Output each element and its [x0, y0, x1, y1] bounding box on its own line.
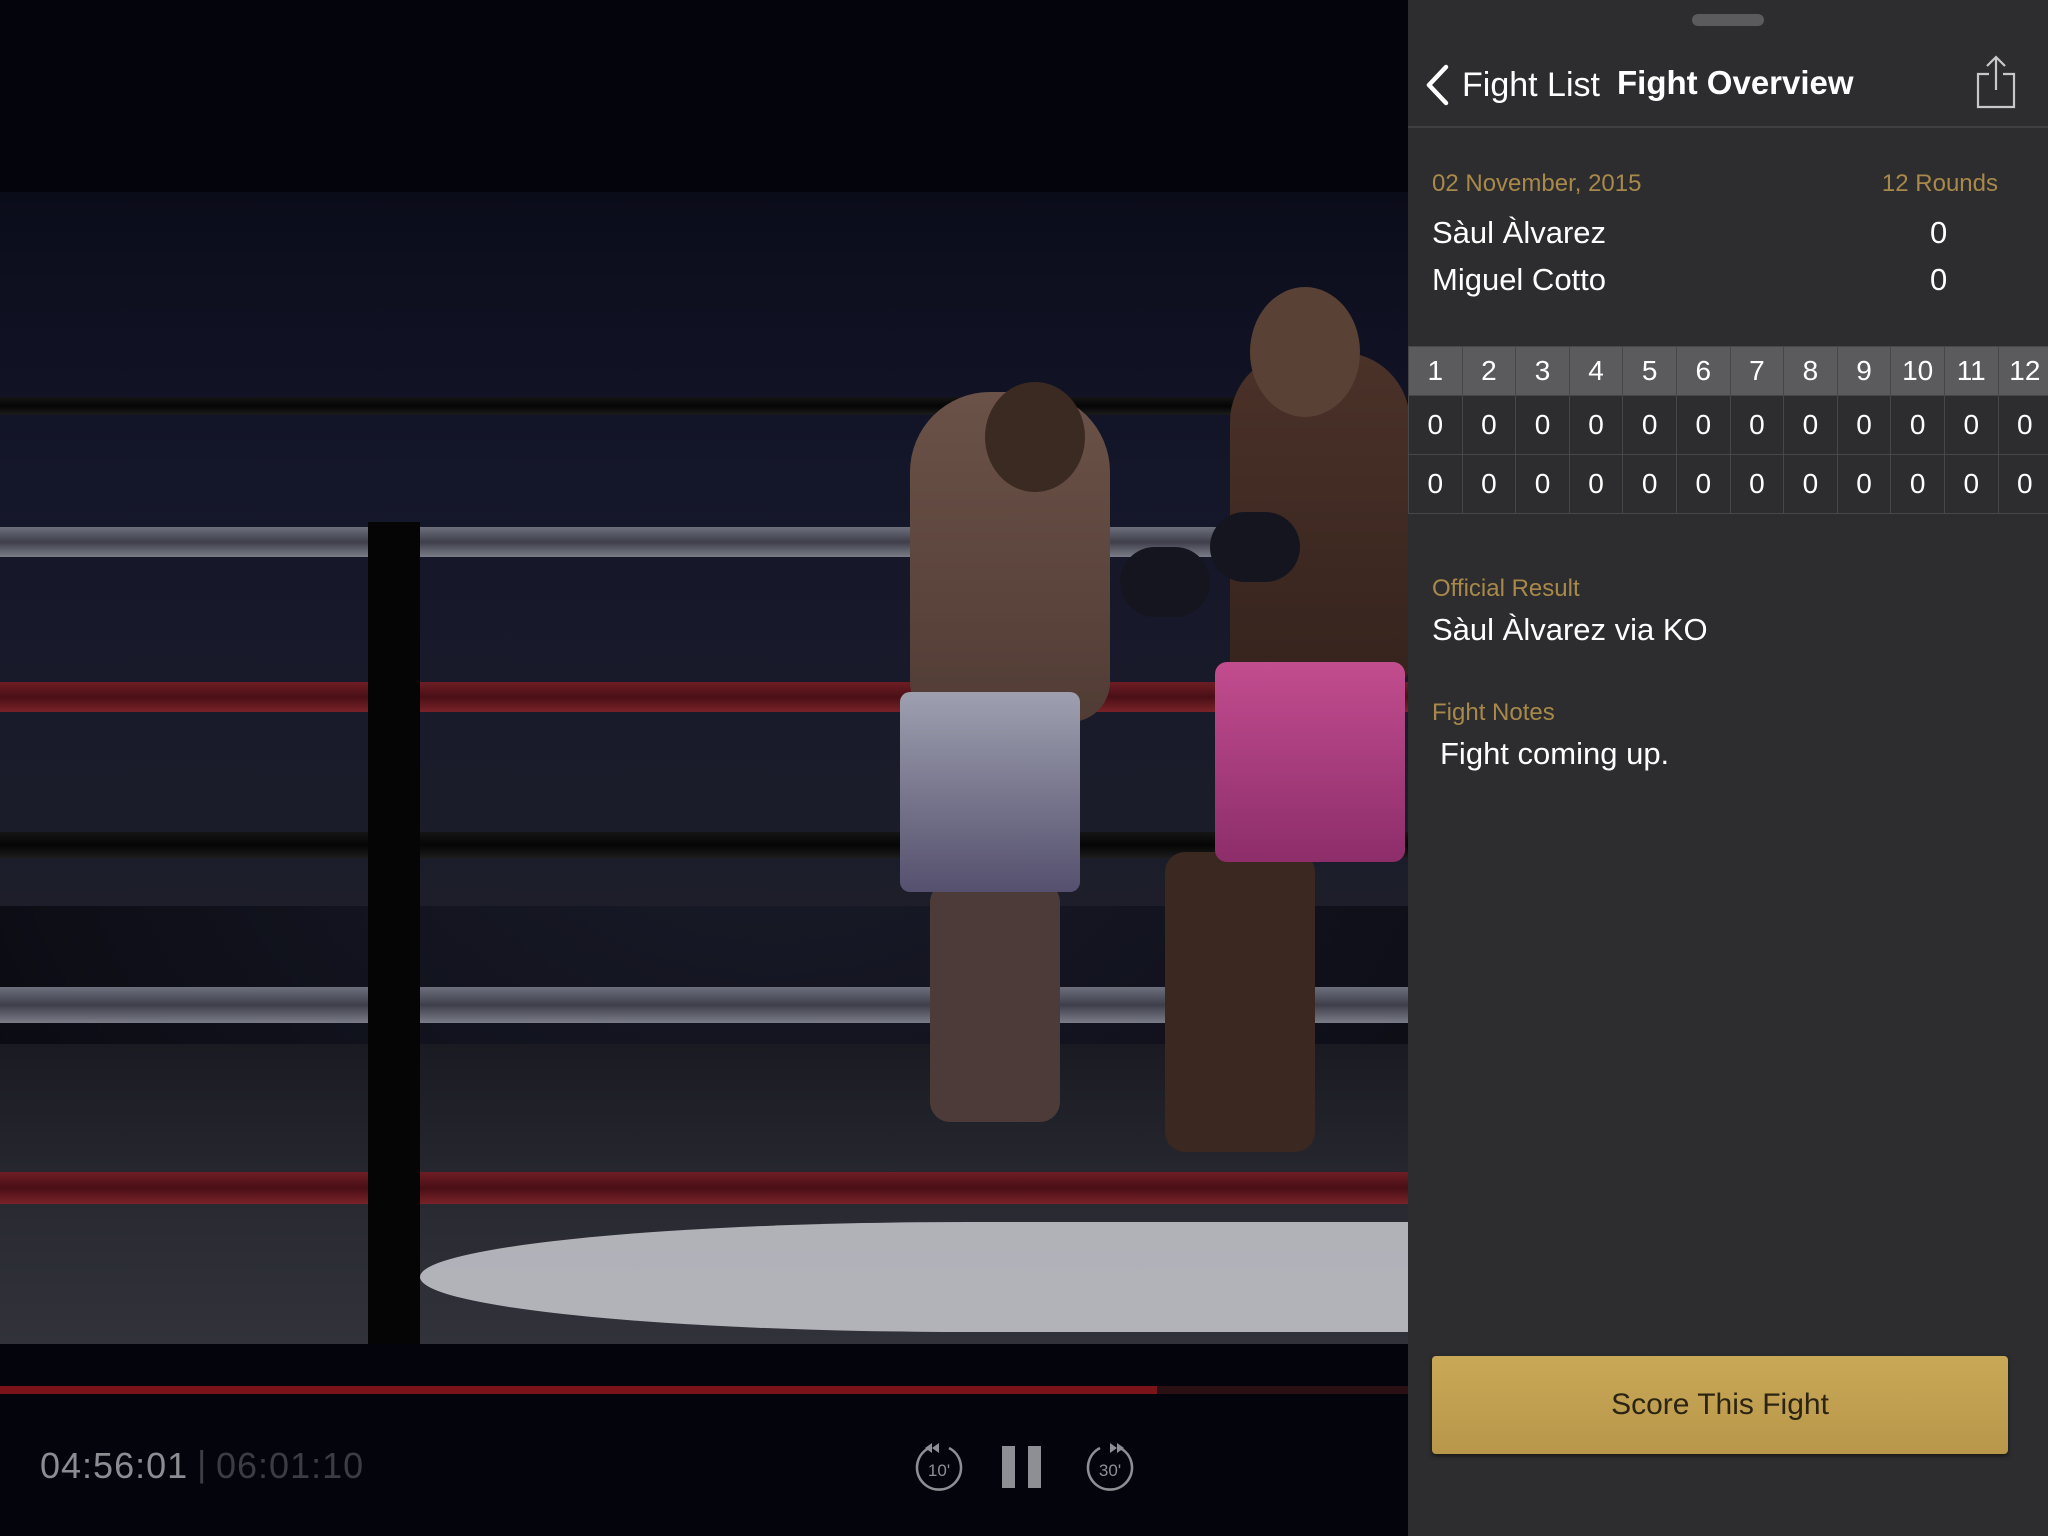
round-score: 0 — [1997, 454, 2048, 514]
fight-date: 02 November, 2015 — [1432, 170, 1642, 197]
round-number: 6 — [1675, 346, 1731, 396]
fighter-total-score: 0 — [1930, 215, 1948, 250]
ring-rope — [0, 397, 1408, 415]
share-button[interactable] — [1974, 54, 2018, 110]
fighter-name: Miguel Cotto — [1432, 262, 1607, 297]
fighter1-round-row: 0 0 0 0 0 0 0 0 0 0 0 0 — [1408, 395, 2048, 455]
fighter-name: Sàul Àlvarez — [1432, 215, 1607, 250]
round-score: 0 — [1408, 395, 1463, 455]
fight-notes-value: Fight coming up. — [1440, 736, 1670, 771]
fighter2-round-row: 0 0 0 0 0 0 0 0 0 0 0 0 — [1408, 454, 2048, 514]
drag-handle[interactable] — [1692, 14, 1764, 26]
chevron-left-icon — [1426, 64, 1449, 106]
progress-fill — [0, 1386, 1158, 1394]
score-fight-button[interactable]: Score This Fight — [1432, 1356, 2008, 1454]
official-result-value: Sàul Àlvarez via KO — [1432, 612, 1708, 647]
round-score: 0 — [1675, 454, 1731, 514]
round-number: 10 — [1890, 346, 1945, 396]
round-score: 0 — [1515, 395, 1570, 455]
round-number: 12 — [1997, 346, 2048, 396]
boxing-glove — [1210, 512, 1300, 582]
fighter-figure — [985, 382, 1085, 492]
round-score: 0 — [1943, 454, 1999, 514]
fighter-figure — [900, 692, 1080, 892]
skip-forward-button[interactable]: 30' — [1083, 1440, 1137, 1494]
share-icon — [1976, 55, 2016, 109]
ring-rope — [0, 527, 1408, 557]
round-number: 7 — [1729, 346, 1785, 396]
round-score: 0 — [1729, 454, 1785, 514]
ring-post — [368, 522, 420, 1344]
round-score: 0 — [1729, 395, 1785, 455]
pause-icon — [1002, 1446, 1041, 1488]
round-score: 0 — [1836, 395, 1892, 455]
fight-notes-label: Fight Notes — [1432, 699, 1555, 726]
round-score: 0 — [1890, 454, 1945, 514]
round-score: 0 — [1943, 395, 1999, 455]
page-title: Fight Overview — [1617, 64, 1854, 101]
round-score: 0 — [1890, 395, 1945, 455]
round-score: 0 — [1836, 454, 1892, 514]
progress-bar[interactable] — [0, 1386, 1408, 1394]
fighter-figure — [1165, 852, 1315, 1152]
skip-forward-label: 30' — [1099, 1461, 1121, 1480]
round-score: 0 — [1408, 454, 1463, 514]
ring-banner — [420, 1222, 1408, 1332]
round-number: 5 — [1622, 346, 1677, 396]
round-score: 0 — [1783, 395, 1838, 455]
round-header-row: 1 2 3 4 5 6 7 8 9 10 11 12 — [1408, 346, 2048, 396]
fight-overview-panel: Fight List Fight Overview 02 November, 2… — [1408, 0, 2048, 1536]
pause-button[interactable] — [1000, 1444, 1044, 1490]
round-score: 0 — [1461, 454, 1517, 514]
rounds-count: 12 Rounds — [1881, 170, 1998, 197]
round-score: 0 — [1675, 395, 1731, 455]
round-number: 9 — [1836, 346, 1892, 396]
skip-back-icon: 10' — [915, 1443, 963, 1491]
time-separator: | — [197, 1443, 207, 1484]
skip-back-label: 10' — [928, 1461, 950, 1480]
back-button[interactable]: Fight List — [1424, 60, 1600, 110]
ring-rope — [0, 682, 1408, 712]
current-time: 04:56:01 — [40, 1445, 189, 1486]
round-score: 0 — [1515, 454, 1570, 514]
fighter-figure — [930, 882, 1060, 1122]
round-number: 2 — [1461, 346, 1517, 396]
skip-forward-icon: 30' — [1086, 1443, 1134, 1491]
round-number: 8 — [1783, 346, 1838, 396]
fighter-figure — [1250, 287, 1360, 417]
official-result-label: Official Result — [1432, 575, 1580, 602]
round-score: 0 — [1997, 395, 2048, 455]
ring-rope — [0, 1172, 1408, 1204]
total-time: 06:01:10 — [216, 1445, 365, 1486]
round-number: 1 — [1408, 346, 1463, 396]
round-score: 0 — [1568, 395, 1624, 455]
round-score: 0 — [1461, 395, 1517, 455]
round-number: 11 — [1943, 346, 1999, 396]
round-number: 4 — [1568, 346, 1624, 396]
back-label: Fight List — [1462, 65, 1600, 104]
round-number: 3 — [1515, 346, 1570, 396]
round-score: 0 — [1568, 454, 1624, 514]
video-frame[interactable] — [0, 192, 1408, 1344]
video-player[interactable]: 04:56:01 | 06:01:10 10' 30' — [0, 0, 1408, 1536]
fighter-total-score: 0 — [1930, 262, 1948, 297]
navigation-bar: Fight List Fight Overview — [1408, 40, 2048, 128]
skip-back-button[interactable]: 10' — [912, 1440, 966, 1494]
boxing-glove — [1120, 547, 1210, 617]
round-score: 0 — [1783, 454, 1838, 514]
round-score: 0 — [1622, 395, 1677, 455]
round-scorecard: 1 2 3 4 5 6 7 8 9 10 11 12 0 0 0 0 0 0 0… — [1408, 346, 2048, 514]
fighter-figure — [1215, 662, 1405, 862]
round-score: 0 — [1622, 454, 1677, 514]
